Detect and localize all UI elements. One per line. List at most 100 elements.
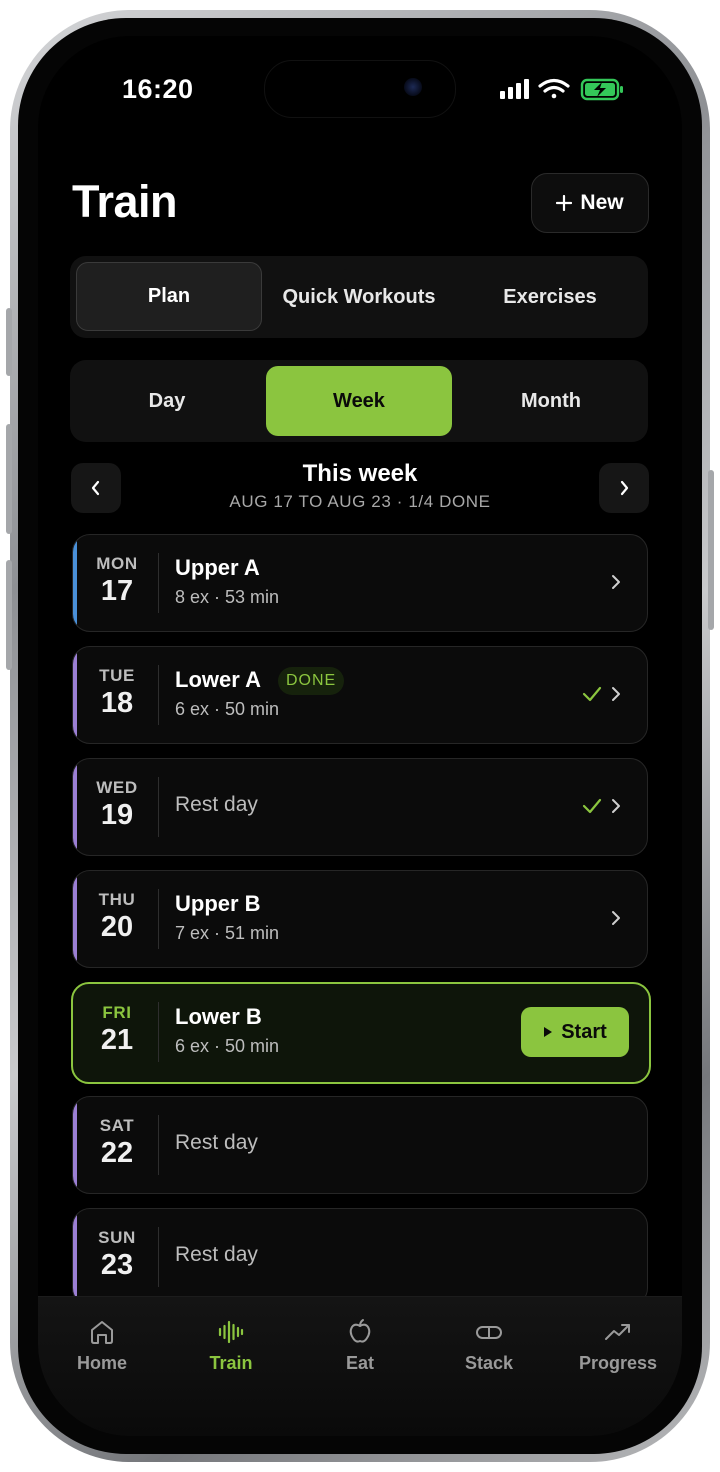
day-label: MON [96,554,138,573]
workout-meta: 7 ex · 51 min [175,923,280,943]
divider [158,553,159,613]
power-button [708,470,714,630]
day-date: 19 [100,799,134,831]
chevron-right-icon [612,799,620,813]
tab-bar-stack-label: Stack [464,1353,514,1373]
tab-quick-workouts-label: Quick Workouts [282,285,436,308]
tab-month-label: Month [521,389,581,412]
day-accent-bar [73,759,77,855]
day-accent-bar [73,535,77,631]
day-accent-bar [73,1097,77,1193]
pill-icon [476,1326,502,1339]
done-badge: DONE [278,667,345,695]
divider [158,777,159,837]
tab-bar-home-label: Home [76,1353,127,1373]
apple-icon [349,1319,371,1343]
tab-bar-progress-label: Progress [578,1353,658,1373]
day-date: 22 [100,1137,134,1169]
chevron-right-icon [612,687,620,701]
page-title: Train [72,176,178,227]
tab-bar-train[interactable]: Train [167,1317,295,1374]
chevron-right-icon [620,480,629,496]
workout-name: Lower A [175,667,261,692]
day-card-sun[interactable]: SUN 23 Rest day [72,1208,648,1306]
volume-down-button [6,560,12,670]
day-card-tue[interactable]: TUE 18 Lower A DONE 6 ex · 50 min [72,646,648,744]
day-card-fri[interactable]: FRI 21 Lower B 6 ex · 50 min Start [71,982,651,1084]
workout-meta: 6 ex · 50 min [175,1036,280,1056]
status-time: 16:20 [122,74,194,104]
day-label: FRI [102,1003,132,1022]
wifi-icon [538,78,570,99]
tab-bar-progress[interactable]: Progress [554,1317,682,1374]
volume-up-button [6,424,12,534]
home-icon [91,1321,113,1344]
day-accent-bar [73,871,77,967]
workout-meta: 6 ex · 50 min [175,699,280,719]
tab-day-label: Day [148,389,186,412]
battery-charging-icon [580,78,623,101]
tab-month[interactable]: Month [458,366,644,436]
divider [158,889,159,949]
day-date: 21 [100,1024,134,1056]
waveform-icon [218,1320,244,1344]
check-icon [582,686,602,702]
rest-day-label: Rest day [175,1243,258,1266]
dynamic-island [264,60,456,118]
tab-exercises-label: Exercises [503,285,597,308]
workout-name: Lower B [175,1004,262,1029]
main-tabs: Plan Quick Workouts Exercises [70,256,648,338]
range-tabs: Day Week Month [70,360,648,442]
tab-week-label: Week [333,389,385,412]
next-week-button[interactable] [599,463,649,513]
day-label: SAT [99,1116,135,1135]
day-date: 18 [100,687,134,719]
week-subtitle: AUG 17 TO AUG 23 · 1/4 DONE [229,492,491,511]
day-card-sat[interactable]: SAT 22 Rest day [72,1096,648,1194]
divider [158,1227,159,1287]
signal-icon [500,79,529,99]
day-label: WED [96,778,138,797]
new-button-label: New [580,191,624,214]
tab-exercises[interactable]: Exercises [456,262,644,332]
rest-day-label: Rest day [175,1131,258,1154]
workout-meta: 8 ex · 53 min [175,587,280,607]
tab-quick-workouts[interactable]: Quick Workouts [264,262,454,332]
rest-day-label: Rest day [175,793,258,816]
week-title: This week [302,460,418,487]
day-label: TUE [99,666,135,685]
chevron-right-icon [612,911,620,925]
divider [158,1002,159,1062]
day-accent-bar [73,647,77,743]
day-card-wed[interactable]: WED 19 Rest day [72,758,648,856]
tab-bar: Home Train Eat Stack Progress [38,1296,682,1436]
start-button-label: Start [561,1020,607,1043]
tab-plan-label: Plan [147,285,191,307]
plus-icon [556,195,573,211]
tab-bar-stack[interactable]: Stack [425,1317,553,1374]
action-button [6,308,12,376]
day-card-thu[interactable]: THU 20 Upper B 7 ex · 51 min [72,870,648,968]
day-card-mon[interactable]: MON 17 Upper A 8 ex · 53 min [72,534,648,632]
camera-icon [404,78,422,96]
chevron-right-icon [612,575,620,589]
day-accent-bar [73,1209,77,1305]
new-button[interactable]: New [531,173,649,233]
divider [158,665,159,725]
check-icon [582,798,602,814]
workout-name: Upper B [175,891,261,916]
tab-bar-eat[interactable]: Eat [296,1317,424,1374]
tab-plan[interactable]: Plan [76,262,262,331]
day-date: 17 [100,575,134,607]
tab-week[interactable]: Week [266,366,452,436]
start-workout-button[interactable]: Start [521,1007,629,1057]
tab-day[interactable]: Day [74,366,260,436]
tab-bar-home[interactable]: Home [38,1317,166,1374]
tab-bar-train-label: Train [209,1353,253,1373]
play-icon [544,1027,553,1037]
screen: 16:20 Train New Plan Quick Workouts Exer… [38,36,682,1436]
workout-name: Upper A [175,555,260,580]
trend-up-icon [605,1324,630,1340]
status-icons [498,76,628,102]
day-label: THU [98,890,136,909]
